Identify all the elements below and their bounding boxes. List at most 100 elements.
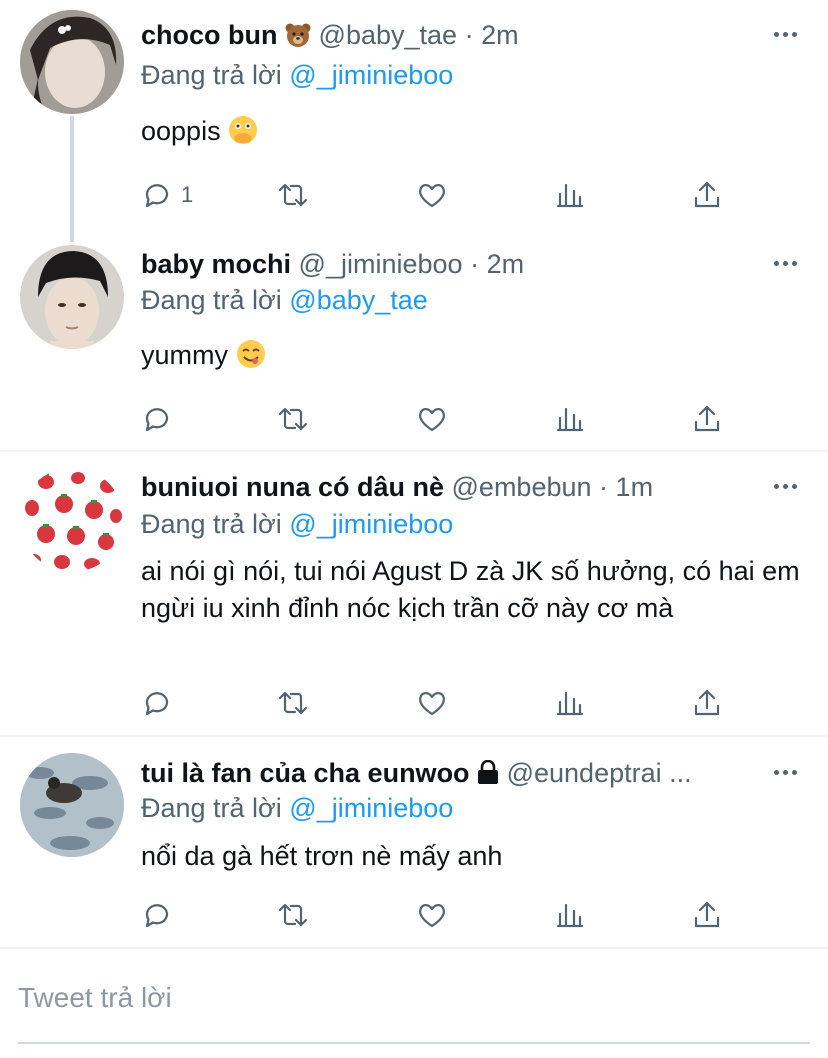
analytics-button[interactable] <box>554 177 586 213</box>
tweet-text-content: ooppis <box>141 116 221 146</box>
reply-icon <box>145 692 169 716</box>
replying-prefix: Đang trả lời <box>141 60 282 90</box>
like-button[interactable] <box>416 685 448 721</box>
display-name[interactable]: tui là fan của cha eunwoo <box>141 758 470 788</box>
like-icon <box>419 692 445 716</box>
like-button[interactable] <box>416 897 448 933</box>
retweet-icon <box>278 183 308 207</box>
retweet-icon <box>278 691 308 715</box>
user-handle[interactable]: @embebun <box>452 472 592 502</box>
user-handle[interactable]: @baby_tae <box>319 20 458 50</box>
analytics-button[interactable] <box>554 685 586 721</box>
tweet-text: ooppis <box>141 113 811 150</box>
more-icon[interactable] <box>770 471 800 501</box>
tweet-2[interactable]: baby mochi @_jiminieboo · 2m Đang trả lờ… <box>0 230 828 452</box>
avatar-photo <box>20 753 124 857</box>
avatar-eundeptrai[interactable] <box>20 753 124 857</box>
retweet-button[interactable] <box>277 897 309 933</box>
display-name[interactable]: buniuoi nuna có dâu nè <box>141 472 444 502</box>
tweet-header: baby mochi @_jiminieboo · 2m <box>141 247 768 281</box>
tweet-1[interactable]: choco bun @baby_tae · 2m Đang trả lời @_… <box>0 0 828 242</box>
reply-icon <box>145 184 169 208</box>
tweet-header: choco bun @baby_tae · 2m <box>141 18 768 52</box>
like-icon <box>419 408 445 432</box>
replying-to: Đang trả lời @_jiminieboo <box>141 791 453 825</box>
reply-button[interactable]: 1 <box>141 177 193 213</box>
reply-icon <box>145 408 169 432</box>
display-name[interactable]: baby mochi <box>141 249 291 279</box>
more-icon[interactable] <box>770 248 800 278</box>
reply-icon <box>145 904 169 928</box>
time-separator: · <box>470 249 480 279</box>
face-with-open-eyes-and-hand-over-mouth-emoji <box>228 115 258 145</box>
retweet-button[interactable] <box>277 401 309 437</box>
avatar-photo <box>20 245 124 349</box>
tweet-3[interactable]: buniuoi nuna có dâu nè @embebun · 1m Đan… <box>0 452 828 736</box>
replying-prefix: Đang trả lời <box>141 509 282 539</box>
timestamp[interactable]: 2m <box>481 20 519 50</box>
retweet-icon <box>278 903 308 927</box>
tweet-actions <box>141 685 731 721</box>
analytics-icon <box>556 903 584 928</box>
tweet-text-content: yummy <box>141 340 228 370</box>
replying-handle[interactable]: @_jiminieboo <box>289 60 453 90</box>
tweet-text: ai nói gì nói, tui nói Agust D zà JK số … <box>141 556 800 623</box>
analytics-icon <box>556 691 584 716</box>
avatar-photo <box>20 10 124 114</box>
avatar-photo <box>20 468 124 572</box>
tweet-header: tui là fan của cha eunwoo @eundeptrai ..… <box>141 756 768 790</box>
share-button[interactable] <box>691 401 723 437</box>
tweet-actions <box>141 401 731 437</box>
timestamp[interactable]: 1m <box>616 472 654 502</box>
like-icon <box>419 904 445 928</box>
reply-button[interactable] <box>141 897 173 933</box>
replying-to: Đang trả lời @baby_tae <box>141 283 428 317</box>
share-icon <box>694 405 720 432</box>
tweet-actions: 1 <box>141 177 731 213</box>
tweet-text: yummy <box>141 337 811 374</box>
face-savoring-food-emoji <box>236 339 266 369</box>
share-icon <box>694 901 720 928</box>
reply-button[interactable] <box>141 401 173 437</box>
retweet-button[interactable] <box>277 685 309 721</box>
reply-compose-input[interactable]: Tweet trả lời <box>18 980 172 1016</box>
display-name[interactable]: choco bun <box>141 20 278 50</box>
replying-prefix: Đang trả lời <box>141 285 282 315</box>
avatar-buniuoi[interactable] <box>20 468 124 572</box>
analytics-icon <box>556 183 584 208</box>
more-icon[interactable] <box>770 757 800 787</box>
user-handle[interactable]: @eundeptrai ... <box>507 758 692 788</box>
replying-handle[interactable]: @_jiminieboo <box>289 509 453 539</box>
timestamp[interactable]: 2m <box>487 249 525 279</box>
compose-underline <box>18 1042 810 1044</box>
tweet-text: nổi da gà hết trơn nè mấy anh <box>141 841 503 871</box>
reply-button[interactable] <box>141 685 173 721</box>
retweet-icon <box>278 407 308 431</box>
avatar-baby-mochi[interactable] <box>20 245 124 349</box>
like-icon <box>419 184 445 208</box>
retweet-button[interactable] <box>277 177 309 213</box>
bear-face-emoji <box>285 21 311 47</box>
share-button[interactable] <box>691 685 723 721</box>
replying-prefix: Đang trả lời <box>141 793 282 823</box>
analytics-button[interactable] <box>554 401 586 437</box>
more-icon[interactable] <box>770 19 800 49</box>
share-button[interactable] <box>691 177 723 213</box>
divider <box>0 947 828 949</box>
share-button[interactable] <box>691 897 723 933</box>
avatar-choco-bun[interactable] <box>20 10 124 114</box>
replying-to: Đang trả lời @_jiminieboo <box>141 507 453 541</box>
tweet-header: buniuoi nuna có dâu nè @embebun · 1m <box>141 470 768 504</box>
time-separator: · <box>464 20 474 50</box>
user-handle[interactable]: @_jiminieboo <box>299 249 463 279</box>
lock-icon <box>477 758 499 784</box>
tweet-actions <box>141 897 731 933</box>
like-button[interactable] <box>416 177 448 213</box>
analytics-button[interactable] <box>554 897 586 933</box>
replying-handle[interactable]: @_jiminieboo <box>289 793 453 823</box>
reply-count: 1 <box>181 182 194 207</box>
like-button[interactable] <box>416 401 448 437</box>
tweet-4[interactable]: tui là fan của cha eunwoo @eundeptrai ..… <box>0 737 828 947</box>
replying-handle[interactable]: @baby_tae <box>289 285 428 315</box>
time-separator: · <box>599 472 609 502</box>
